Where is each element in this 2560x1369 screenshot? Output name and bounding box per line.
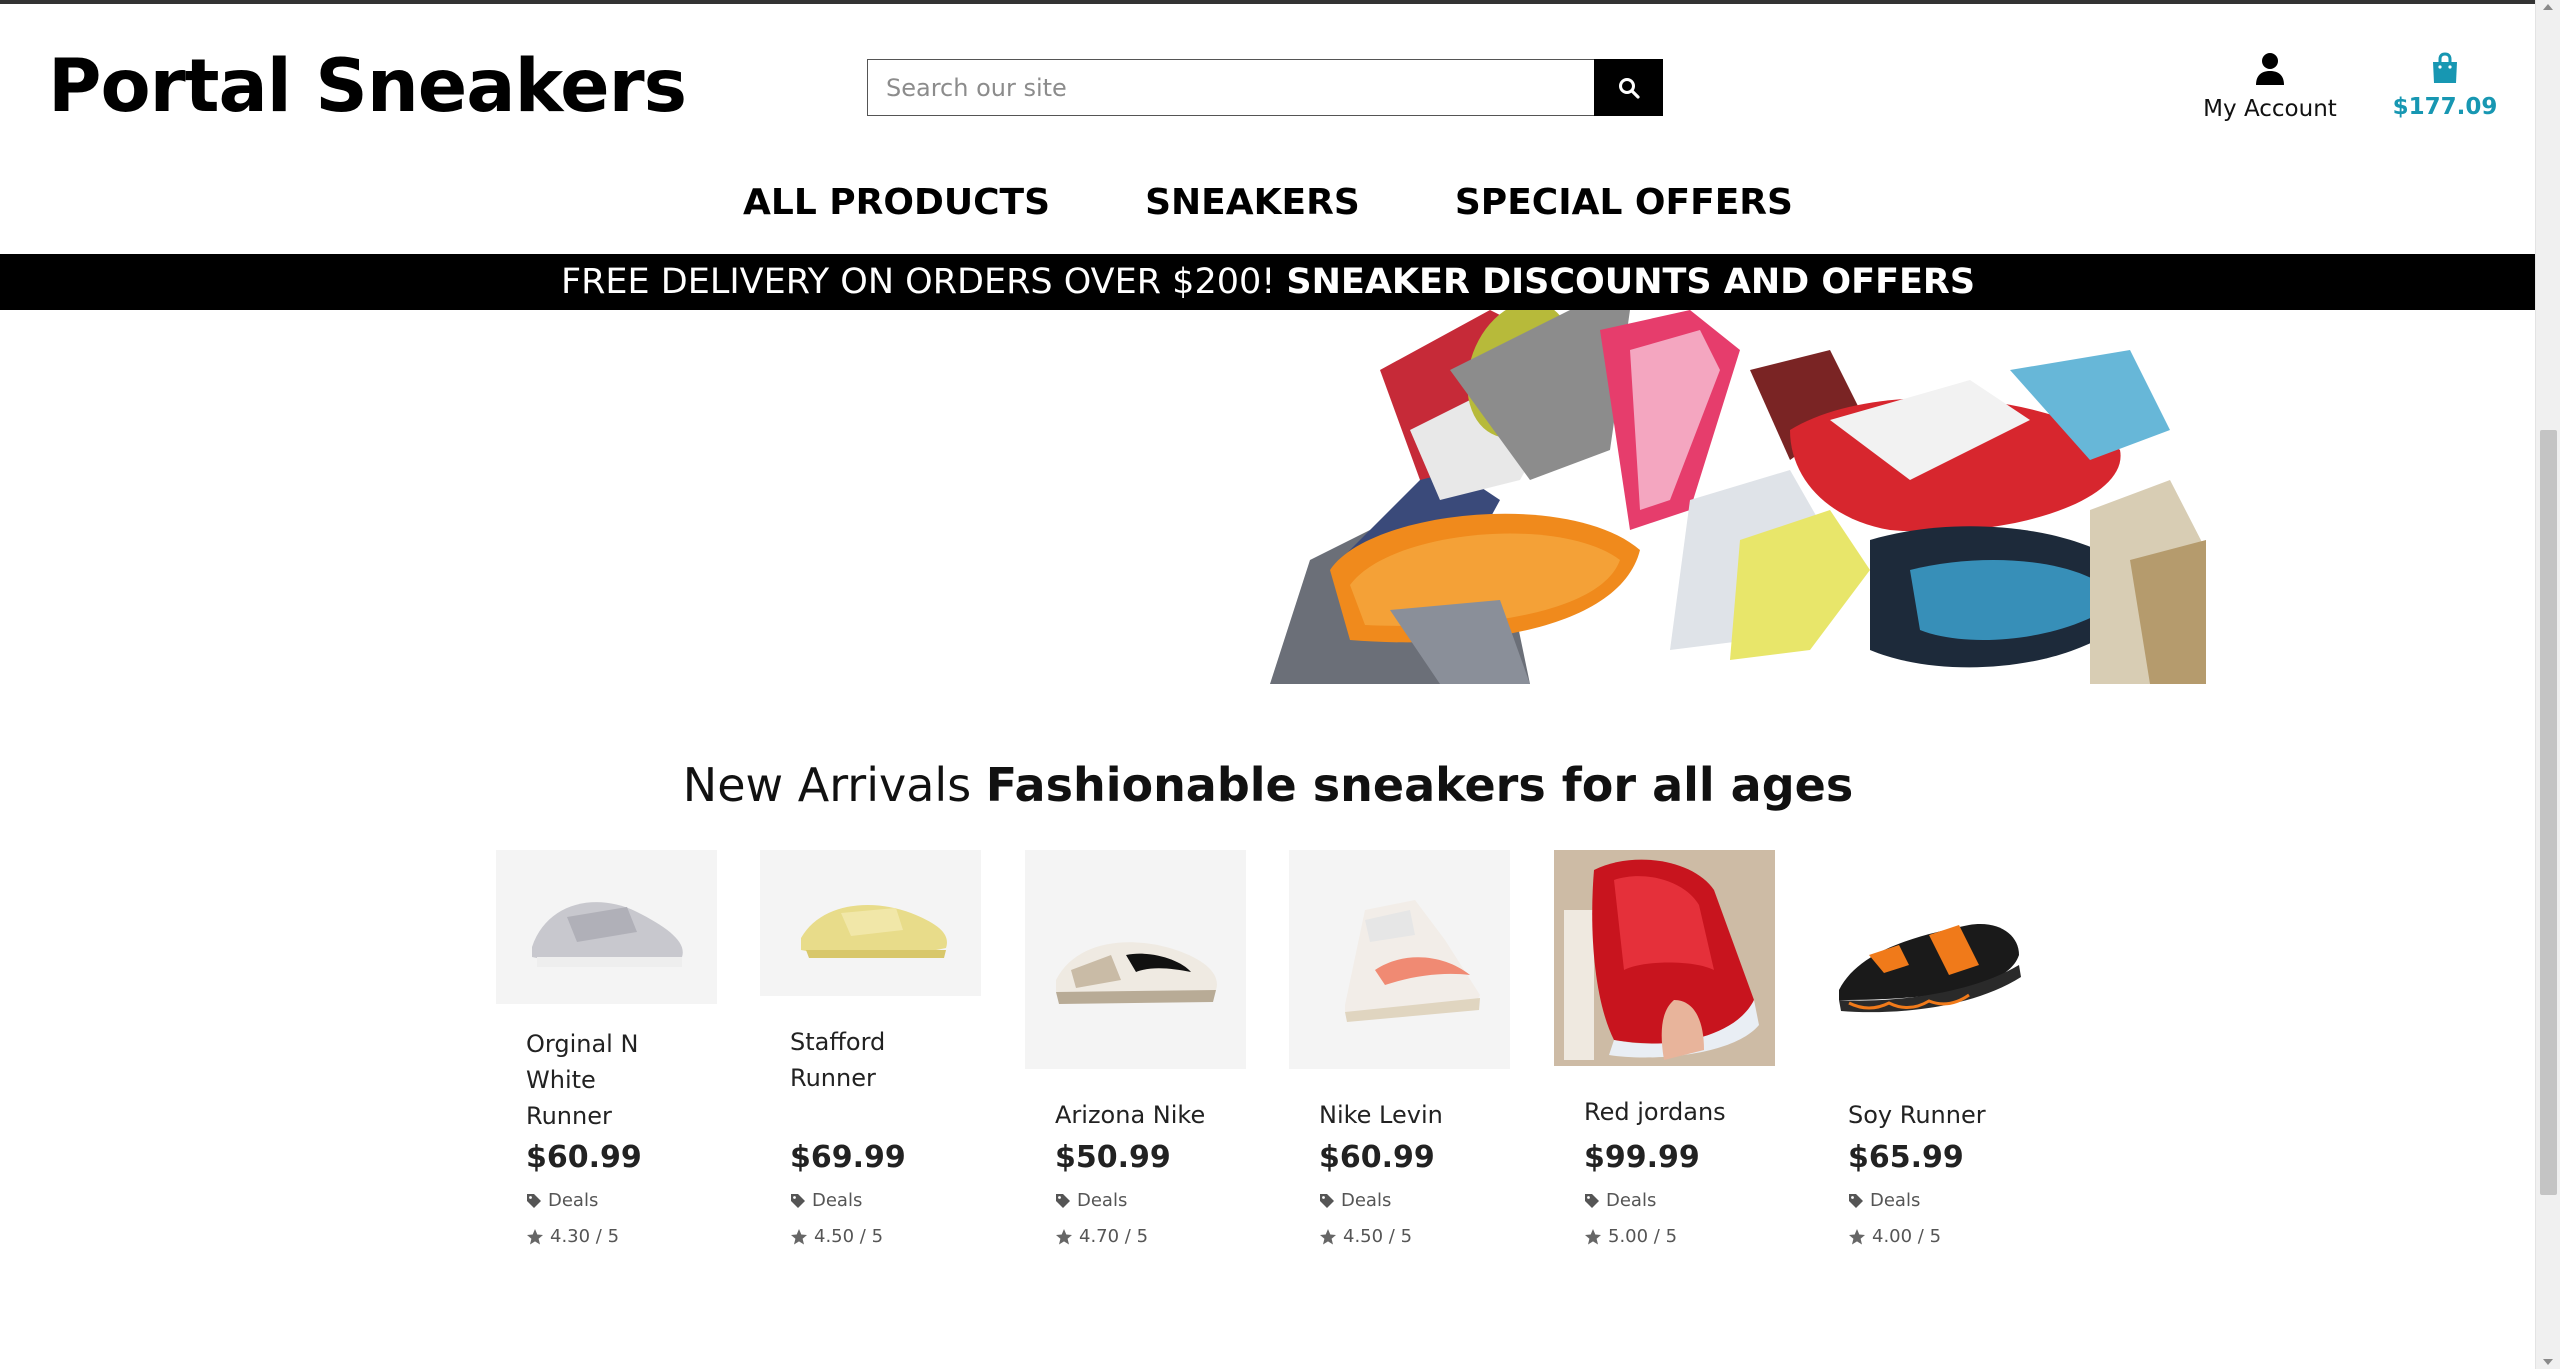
my-account-label: My Account (2203, 96, 2337, 122)
product-price: $65.99 (1848, 1140, 1964, 1175)
search-icon (1618, 77, 1640, 99)
product-rating: 4.70 / 5 (1055, 1226, 1148, 1247)
promo-text: FREE DELIVERY ON ORDERS OVER $200! (560, 262, 1276, 302)
product-rating-value: 4.30 / 5 (550, 1226, 620, 1247)
user-icon (2256, 53, 2284, 85)
tag-icon (1849, 1193, 1863, 1208)
tag-icon (1056, 1193, 1070, 1208)
product-tag-label: Deals (548, 1190, 599, 1211)
product-name[interactable]: Soy Runner (1848, 1097, 2009, 1133)
promo-bold-text: SNEAKER DISCOUNTS AND OFFERS (1286, 262, 1976, 302)
product-deal-tag[interactable]: Deals (1848, 1190, 1920, 1211)
product-card[interactable]: Stafford Runner $69.99 Deals 4.50 / 5 (760, 850, 981, 1247)
product-price: $60.99 (1319, 1140, 1435, 1175)
star-icon (527, 1228, 543, 1244)
product-name[interactable]: Nike Levin (1319, 1097, 1480, 1133)
product-name[interactable]: Orginal N White Runner (526, 1026, 687, 1134)
my-account-link[interactable]: My Account (2195, 52, 2345, 122)
product-grid: Orginal N White Runner $60.99 Deals 4.30… (496, 850, 2056, 1270)
sneaker-image (1055, 941, 1217, 1004)
product-image[interactable] (496, 850, 717, 1004)
product-rating: 4.30 / 5 (526, 1226, 619, 1247)
cart-link[interactable]: $177.09 (2390, 52, 2500, 120)
product-rating: 4.50 / 5 (1319, 1226, 1412, 1247)
tag-icon (527, 1193, 541, 1208)
product-deal-tag[interactable]: Deals (1584, 1190, 1656, 1211)
product-tag-label: Deals (812, 1190, 863, 1211)
product-card[interactable]: Orginal N White Runner $60.99 Deals 4.30… (496, 850, 717, 1247)
cart-total: $177.09 (2392, 94, 2498, 120)
product-rating-value: 5.00 / 5 (1608, 1226, 1678, 1247)
section-subtitle: Fashionable sneakers for all ages (985, 758, 1854, 812)
sneaker-image (1344, 899, 1480, 1022)
product-rating-value: 4.00 / 5 (1872, 1226, 1942, 1247)
tag-icon (1320, 1193, 1334, 1208)
search-form (867, 59, 1663, 118)
hero-sneaker-pile-image[interactable] (1270, 310, 2206, 684)
tag-icon (1585, 1193, 1599, 1208)
product-image[interactable] (1554, 850, 1775, 1066)
product-rating-value: 4.70 / 5 (1079, 1226, 1149, 1247)
product-card[interactable]: Arizona Nike $50.99 Deals 4.70 / 5 (1025, 850, 1246, 1247)
product-rating-value: 4.50 / 5 (814, 1226, 884, 1247)
star-icon (1320, 1228, 1336, 1244)
sneaker-image (1554, 850, 1775, 1066)
product-price: $99.99 (1584, 1140, 1700, 1175)
sneaker-image (531, 902, 683, 967)
product-name[interactable]: Stafford Runner (790, 1024, 951, 1096)
product-deal-tag[interactable]: Deals (526, 1190, 598, 1211)
product-name[interactable]: Red jordans (1584, 1094, 1745, 1130)
tag-icon (791, 1193, 805, 1208)
product-rating: 5.00 / 5 (1584, 1226, 1677, 1247)
star-icon (791, 1228, 807, 1244)
promo-banner[interactable]: FREE DELIVERY ON ORDERS OVER $200! SNEAK… (0, 254, 2536, 310)
product-price: $69.99 (790, 1140, 906, 1175)
product-deal-tag[interactable]: Deals (790, 1190, 862, 1211)
product-card[interactable]: Soy Runner $65.99 Deals 4.00 / 5 (1818, 850, 2039, 1247)
star-icon (1849, 1228, 1865, 1244)
product-deal-tag[interactable]: Deals (1055, 1190, 1127, 1211)
product-rating-value: 4.50 / 5 (1343, 1226, 1413, 1247)
product-card[interactable]: Nike Levin $60.99 Deals 4.50 / 5 (1289, 850, 1510, 1247)
nav-all-products[interactable]: ALL PRODUCTS (743, 182, 1050, 223)
product-name[interactable]: Arizona Nike (1055, 1097, 1216, 1133)
scrollbar-thumb[interactable] (2540, 430, 2557, 1195)
product-card[interactable]: Red jordans $99.99 Deals 5.00 / 5 (1554, 850, 1775, 1247)
product-tag-label: Deals (1606, 1190, 1657, 1211)
hero-illustration (1270, 310, 2206, 684)
site-header: Portal Sneakers My Account $177.09 ALL P… (0, 4, 2536, 254)
scroll-down-arrow-icon[interactable] (2543, 1359, 2553, 1365)
star-icon (1056, 1228, 1072, 1244)
product-deal-tag[interactable]: Deals (1319, 1190, 1391, 1211)
product-image[interactable] (1818, 850, 2039, 1069)
search-input[interactable] (867, 59, 1595, 116)
star-icon (1585, 1228, 1601, 1244)
shopping-bag-icon (2433, 52, 2457, 83)
sneaker-image (800, 905, 947, 958)
sneaker-image (1838, 923, 2021, 1012)
main-nav: ALL PRODUCTS SNEAKERS SPECIAL OFFERS (0, 182, 2536, 223)
new-arrivals-heading: New Arrivals Fashionable sneakers for al… (0, 758, 2536, 812)
scroll-up-arrow-icon[interactable] (2543, 4, 2553, 10)
product-rating: 4.50 / 5 (790, 1226, 883, 1247)
product-price: $50.99 (1055, 1140, 1171, 1175)
nav-special-offers[interactable]: SPECIAL OFFERS (1455, 182, 1793, 223)
product-tag-label: Deals (1077, 1190, 1128, 1211)
product-tag-label: Deals (1870, 1190, 1921, 1211)
product-image[interactable] (1025, 850, 1246, 1069)
nav-sneakers[interactable]: SNEAKERS (1145, 182, 1360, 223)
product-rating: 4.00 / 5 (1848, 1226, 1941, 1247)
product-tag-label: Deals (1341, 1190, 1392, 1211)
product-image[interactable] (1289, 850, 1510, 1069)
product-price: $60.99 (526, 1140, 642, 1175)
vertical-scrollbar[interactable] (2535, 0, 2560, 1369)
site-logo[interactable]: Portal Sneakers (48, 44, 687, 129)
section-title: New Arrivals (682, 758, 972, 812)
product-image[interactable] (760, 850, 981, 996)
search-button[interactable] (1594, 59, 1663, 116)
